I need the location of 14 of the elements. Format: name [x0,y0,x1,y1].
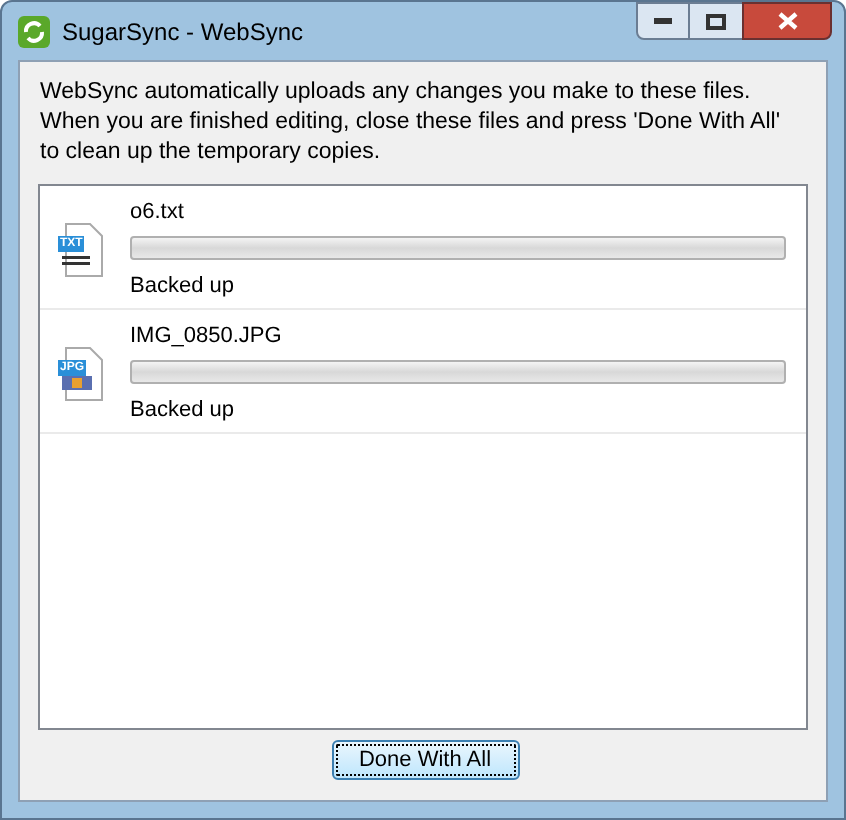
maximize-button[interactable] [690,2,742,40]
close-button[interactable] [742,2,832,40]
status-text: Backed up [130,396,236,424]
done-button[interactable]: Done With All [331,740,519,780]
minimize-icon [654,18,672,24]
status-text: Backed up [130,272,236,300]
instruction-text: WebSync automatically uploads any changes you make to these files. When you are finished editing, close these files and press 'Done With All' to clean up the temporary copies. [38,78,783,168]
sync-logo-icon [18,15,50,47]
minimize-button[interactable] [636,2,690,40]
file-name: o6.txt [130,198,186,226]
file-name: IMG_0850.JPG [130,322,284,350]
close-icon [777,12,797,30]
maximize-icon [706,13,726,29]
window-title: SugarSync - WebSync [62,15,303,49]
